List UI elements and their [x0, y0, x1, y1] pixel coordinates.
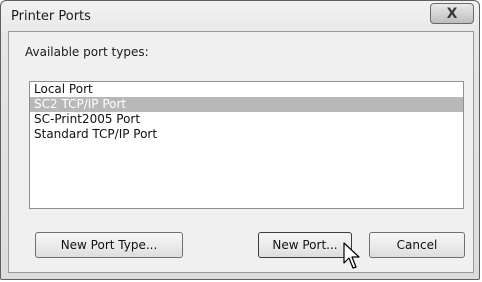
close-button[interactable]: X [430, 3, 474, 24]
port-item-sc2-tcpip[interactable]: SC2 TCP/IP Port [30, 97, 463, 112]
new-port-type-button[interactable]: New Port Type... [35, 232, 183, 258]
port-item-standard-tcpip[interactable]: Standard TCP/IP Port [30, 127, 463, 142]
new-port-button[interactable]: New Port... [258, 232, 352, 258]
printer-ports-dialog: Printer Ports X Available port types: Lo… [0, 0, 480, 280]
port-item-local[interactable]: Local Port [30, 82, 463, 97]
mouse-pointer-icon [343, 242, 360, 269]
dialog-title: Printer Ports [11, 9, 91, 24]
cancel-button[interactable]: Cancel [369, 232, 465, 258]
available-port-types-label: Available port types: [25, 45, 149, 59]
port-item-sc-print2005[interactable]: SC-Print2005 Port [30, 112, 463, 127]
port-types-listbox[interactable]: Local Port SC2 TCP/IP Port SC-Print2005 … [29, 81, 464, 209]
close-icon: X [446, 5, 458, 22]
